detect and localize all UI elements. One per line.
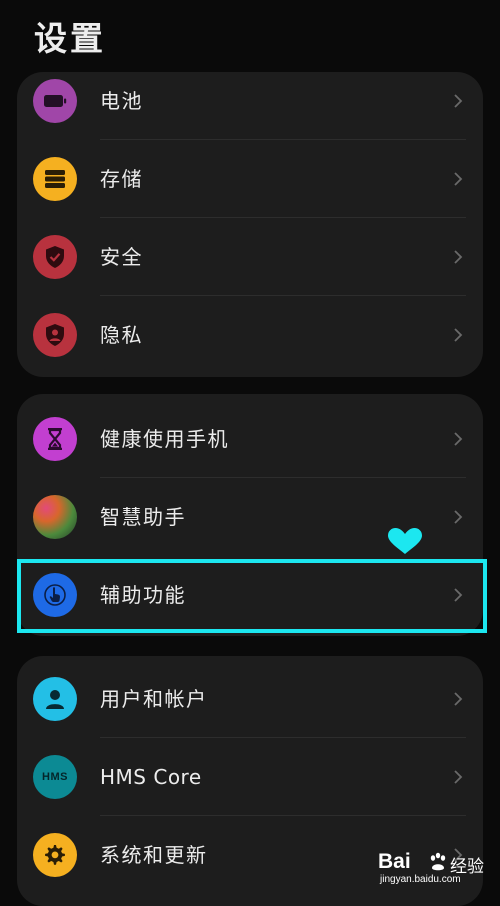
settings-item-label: 智慧助手 [100, 505, 186, 529]
highlight-box [17, 559, 487, 633]
settings-item-security[interactable]: 安全 [17, 218, 483, 296]
settings-item-label: HMS Core [100, 765, 202, 789]
settings-item-storage[interactable]: 存储 [17, 140, 483, 218]
settings-item-label: 健康使用手机 [100, 427, 229, 451]
settings-item-label: 安全 [100, 245, 143, 269]
settings-group-device: 电池 存储 安全 隐私 [17, 72, 483, 377]
chevron-right-icon [454, 250, 463, 264]
shield-icon [33, 235, 77, 279]
hms-icon-text: HMS [42, 771, 68, 783]
settings-item-digital-balance[interactable]: 健康使用手机 [17, 400, 483, 478]
battery-icon [33, 79, 77, 123]
chevron-right-icon [454, 94, 463, 108]
chevron-right-icon [454, 172, 463, 186]
gear-icon [33, 833, 77, 877]
settings-item-battery[interactable]: 电池 [17, 72, 483, 140]
settings-item-privacy[interactable]: 隐私 [17, 296, 483, 374]
settings-item-label: 电池 [100, 89, 143, 113]
chevron-right-icon [454, 770, 463, 784]
storage-icon [33, 157, 77, 201]
page-title: 设置 [34, 19, 106, 58]
settings-item-label: 存储 [100, 167, 143, 191]
assistant-orb-icon [33, 495, 77, 539]
heart-icon [388, 528, 422, 554]
user-icon [33, 677, 77, 721]
watermark-site: jingyan.baidu.com [380, 874, 461, 885]
hourglass-icon [33, 417, 77, 461]
settings-item-label: 隐私 [100, 323, 143, 347]
hms-core-icon: HMS [33, 755, 77, 799]
watermark-brand: Bai [378, 850, 411, 873]
chevron-right-icon [454, 510, 463, 524]
settings-item-label: 系统和更新 [100, 843, 208, 867]
chevron-right-icon [454, 328, 463, 342]
settings-item-label: 用户和帐户 [100, 687, 208, 711]
chevron-right-icon [454, 432, 463, 446]
chevron-right-icon [454, 692, 463, 706]
baidu-paw-icon [430, 852, 446, 871]
privacy-icon [33, 313, 77, 357]
baidu-watermark: Bai 经验 jingyan.baidu.com [378, 850, 496, 890]
settings-item-users[interactable]: 用户和帐户 [17, 660, 483, 738]
settings-item-hms-core[interactable]: HMS HMS Core [17, 738, 483, 816]
